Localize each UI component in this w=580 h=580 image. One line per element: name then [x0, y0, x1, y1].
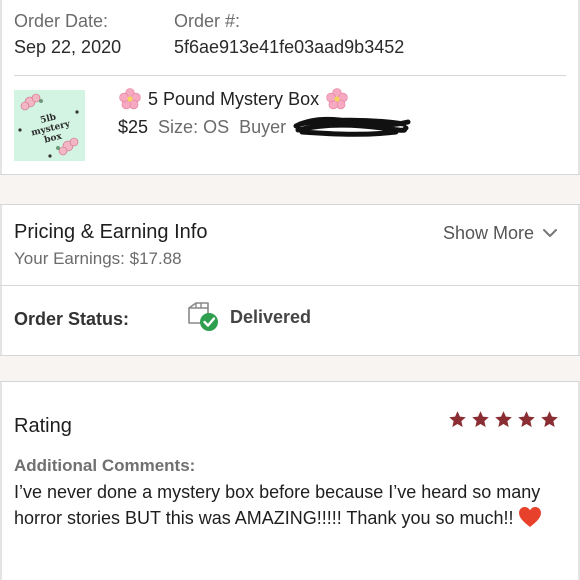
rating-title: Rating — [14, 415, 72, 437]
product-details: $25 Size: OS Buyer — [118, 115, 286, 139]
order-date-block: Order Date: Sep 22, 2020 — [14, 10, 121, 58]
product-price: $25 — [118, 117, 149, 137]
redaction-scribble — [293, 116, 411, 137]
additional-comments-text: I’ve never done a mystery box before bec… — [14, 479, 554, 531]
order-status-section: Order Status: Delivered — [0, 285, 580, 355]
order-header: Order Date: Sep 22, 2020 Order #: 5f6ae9… — [0, 0, 580, 76]
product-thumbnail-image: 5lb mystery box — [14, 90, 85, 161]
order-status-label: Order Status: — [14, 309, 130, 329]
product-row[interactable]: 5lb mystery box 5 Pound Mystery Box $25 … — [0, 76, 580, 174]
star-icon — [472, 411, 489, 428]
pricing-title: Pricing & Earning Info — [14, 221, 208, 243]
pricing-section: Pricing & Earning Info Your Earnings: $1… — [0, 205, 580, 285]
star-icon — [518, 411, 535, 428]
earnings-text: Your Earnings: $17.88 — [14, 249, 182, 268]
buyer-label: Buyer — [239, 117, 287, 137]
order-date-label: Order Date: — [14, 11, 109, 31]
red-heart-icon — [518, 507, 541, 527]
order-number-label: Order #: — [174, 11, 241, 31]
order-status-value: Delivered — [230, 307, 312, 327]
show-more-label[interactable]: Show More — [443, 221, 534, 245]
additional-comments-label: Additional Comments: — [14, 456, 196, 475]
order-number-value: 5f6ae913e41fe03aad9b3452 — [174, 37, 405, 57]
product-divider — [0, 174, 580, 175]
chevron-down-icon[interactable] — [542, 225, 558, 241]
cherry-blossom-icon — [119, 88, 141, 110]
order-number-block: Order #: 5f6ae913e41fe03aad9b3452 — [174, 10, 404, 58]
status-divider — [0, 355, 580, 356]
star-icon — [449, 411, 466, 428]
section-gap — [0, 174, 580, 205]
comments-body: I’ve never done a mystery box before bec… — [14, 482, 541, 528]
product-thumbnail[interactable]: 5lb mystery box — [14, 90, 85, 161]
order-date-value: Sep 22, 2020 — [14, 37, 122, 57]
delivered-box-check-icon — [188, 302, 218, 331]
star-rating — [448, 410, 559, 429]
rating-section: Rating Additional Comments: I’ve never d… — [0, 382, 580, 580]
product-title[interactable]: 5 Pound Mystery Box — [148, 87, 319, 111]
star-icon — [495, 411, 512, 428]
show-more-button[interactable]: Show More — [443, 221, 558, 245]
cherry-blossom-icon — [326, 88, 348, 110]
product-size: Size: OS — [158, 117, 230, 137]
star-icon — [541, 411, 558, 428]
product-title-row[interactable]: 5 Pound Mystery Box — [118, 87, 349, 111]
section-gap-2 — [0, 355, 580, 382]
